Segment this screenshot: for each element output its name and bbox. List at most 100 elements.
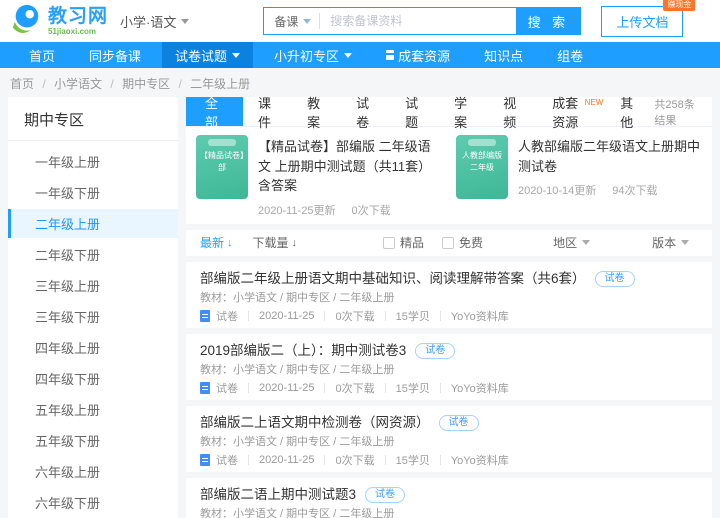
tabs-featured-block: 全部 课件 教案 试卷 试题 学案 视频 成套资源 NEW 其他 共258条结果	[186, 96, 712, 224]
document-title[interactable]: 部编版二年级上册语文期中基础知识、阅读理解带答案（共6套）	[200, 271, 586, 287]
sidebar: 期中专区 一年级上册 一年级下册 二年级上册 二年级下册 三年级上册 三年级下册…	[8, 97, 178, 518]
sort-desc-icon: ↓	[227, 236, 233, 249]
tab-other[interactable]: 其他	[605, 96, 654, 130]
category-dropdown[interactable]: 小学·语文	[120, 12, 190, 31]
nav-item-home[interactable]: 首页	[16, 42, 68, 68]
tab-all[interactable]: 全部	[186, 96, 244, 130]
divider	[384, 311, 386, 321]
version-dropdown[interactable]: 版本	[652, 234, 690, 251]
tab-test-questions[interactable]: 试题	[390, 96, 439, 130]
nav-item-sync-prep[interactable]: 同步备课	[76, 42, 154, 68]
doc-type: 试卷	[216, 455, 238, 467]
doc-date: 2020-11-25	[259, 382, 315, 394]
free-checkbox[interactable]: 免费	[442, 234, 483, 251]
result-list-item: 部编版二年级上册语文期中基础知识、阅读理解带答案（共6套） 试卷 教材：小学语文…	[186, 261, 712, 328]
breadcrumb-subject[interactable]: 小学语文	[54, 77, 102, 91]
main-content: 全部 课件 教案 试卷 试题 学案 视频 成套资源 NEW 其他 共258条结果	[186, 96, 712, 518]
breadcrumb-separator: /	[178, 77, 182, 91]
region-dropdown[interactable]: 地区	[553, 234, 591, 251]
main-nav: 首页 同步备课 试卷试题 小升初专区 成套资源 知识点 组卷	[0, 42, 720, 68]
site-logo[interactable]: 教习网 51jiaoxi.com	[10, 3, 108, 40]
divider	[324, 311, 326, 321]
chevron-down-icon	[582, 240, 591, 245]
featured-card[interactable]: 人教部编版二年级 人教部编版二年级语文上册期中测试卷 2020-10-14更新 …	[456, 135, 702, 218]
document-title[interactable]: 2019部编版二（上）：期中测试卷3	[200, 343, 406, 359]
type-tabs: 全部 课件 教案 试卷 试题 学案 视频 成套资源 NEW 其他 共258条结果	[186, 96, 712, 130]
sidebar-item-grade5-vol1[interactable]: 五年级上册	[8, 395, 178, 424]
chevron-down-icon	[303, 18, 312, 24]
doc-downloads: 0次下载	[335, 383, 375, 395]
sidebar-item-grade4-vol2[interactable]: 四年级下册	[8, 364, 178, 393]
premium-checkbox[interactable]: 精品	[383, 234, 424, 251]
breadcrumb-zone[interactable]: 期中专区	[122, 77, 170, 91]
category-label: 小学·语文	[120, 14, 177, 30]
sidebar-item-grade3-vol1[interactable]: 三年级上册	[8, 271, 178, 300]
page: 教习网 51jiaoxi.com 小学·语文 备课 搜 索 上传文档 赚现金 首…	[0, 0, 720, 518]
featured-title[interactable]: 【精品试卷】部编版 二年级语文 上册期中测试题（共11套）含答案	[258, 137, 442, 196]
search-scope-select[interactable]: 备课	[264, 8, 319, 34]
doc-type: 试卷	[216, 383, 238, 395]
doc-credits: 15学贝	[395, 455, 430, 467]
upload-promo-badge: 赚现金	[663, 0, 696, 11]
header: 教习网 51jiaoxi.com 小学·语文 备课 搜 索 上传文档 赚现金	[0, 0, 720, 42]
sort-newest[interactable]: 最新 ↓	[200, 234, 233, 251]
featured-card[interactable]: 【精品试卷】部 【精品试卷】部编版 二年级语文 上册期中测试题（共11套）含答案…	[196, 135, 442, 218]
chevron-down-icon	[344, 52, 353, 58]
sidebar-item-grade6-vol1[interactable]: 六年级上册	[8, 457, 178, 486]
breadcrumb-separator: /	[42, 77, 46, 91]
tab-resource-packs[interactable]: 成套资源 NEW	[537, 96, 605, 130]
tab-study-plans[interactable]: 学案	[439, 96, 488, 130]
sidebar-item-grade1-vol1[interactable]: 一年级上册	[8, 147, 178, 176]
breadcrumb-grade[interactable]: 二年级上册	[190, 77, 250, 91]
material-path: 教材：小学语文 / 期中专区 / 二年级上册	[200, 291, 395, 304]
sidebar-item-grade1-vol2[interactable]: 一年级下册	[8, 178, 178, 207]
divider	[439, 311, 441, 321]
content-layout: 期中专区 一年级上册 一年级下册 二年级上册 二年级下册 三年级上册 三年级下册…	[0, 96, 720, 518]
sort-downloads[interactable]: 下载量 ↓	[253, 234, 298, 251]
search-input[interactable]	[320, 8, 517, 34]
nav-item-resource-packs[interactable]: 成套资源	[373, 42, 463, 68]
tab-test-papers[interactable]: 试卷	[341, 96, 390, 130]
thumbnail-logo-pill	[468, 139, 496, 146]
doc-library: YoYo资料库	[450, 383, 509, 395]
divider	[324, 455, 326, 465]
thumbnail-logo-pill	[208, 139, 236, 146]
sidebar-item-grade3-vol2[interactable]: 三年级下册	[8, 302, 178, 331]
nav-item-primary-to-junior[interactable]: 小升初专区	[261, 42, 365, 68]
document-thumbnail: 【精品试卷】部	[196, 135, 248, 199]
document-title[interactable]: 部编版二语上期中测试题3	[200, 487, 356, 503]
sort-desc-icon: ↓	[291, 236, 298, 249]
file-icon	[200, 382, 210, 394]
type-tag: 试卷	[365, 486, 406, 503]
divider	[248, 455, 249, 465]
site-domain: 51jiaoxi.com	[48, 26, 97, 36]
featured-downloads: 0次下载	[351, 204, 391, 217]
sidebar-title: 期中专区	[8, 97, 178, 141]
nav-item-paper-builder[interactable]: 组卷	[544, 42, 596, 68]
divider	[439, 455, 441, 465]
doc-downloads: 0次下载	[335, 455, 375, 467]
tab-videos[interactable]: 视频	[488, 96, 537, 130]
sidebar-item-grade4-vol1[interactable]: 四年级上册	[8, 333, 178, 362]
doc-type: 试卷	[216, 311, 238, 323]
sidebar-item-grade2-vol2[interactable]: 二年级下册	[8, 240, 178, 269]
sidebar-item-grade6-vol2[interactable]: 六年级下册	[8, 488, 178, 517]
chevron-down-icon	[681, 240, 690, 245]
sidebar-item-grade2-vol1[interactable]: 二年级上册	[8, 209, 178, 238]
sidebar-item-grade5-vol2[interactable]: 五年级下册	[8, 426, 178, 455]
type-tag: 试卷	[438, 414, 479, 431]
search-bar: 备课 搜 索	[263, 7, 582, 35]
file-icon	[200, 454, 210, 466]
featured-title[interactable]: 人教部编版二年级语文上册期中测试卷	[518, 137, 702, 176]
divider	[248, 383, 249, 393]
search-button[interactable]: 搜 索	[516, 8, 581, 34]
nav-item-knowledge-points[interactable]: 知识点	[471, 42, 536, 68]
nav-item-exam-papers[interactable]: 试卷试题	[162, 42, 254, 68]
document-title[interactable]: 部编版二上语文期中检测卷（网资源）	[200, 415, 430, 431]
doc-credits: 15学贝	[395, 311, 430, 323]
tab-lesson-plans[interactable]: 教案	[292, 96, 341, 130]
doc-date: 2020-11-25	[259, 454, 315, 466]
breadcrumb-home[interactable]: 首页	[10, 77, 34, 91]
result-list-item: 部编版二上语文期中检测卷（网资源） 试卷 教材：小学语文 / 期中专区 / 二年…	[186, 405, 712, 472]
tab-courseware[interactable]: 课件	[243, 96, 292, 130]
